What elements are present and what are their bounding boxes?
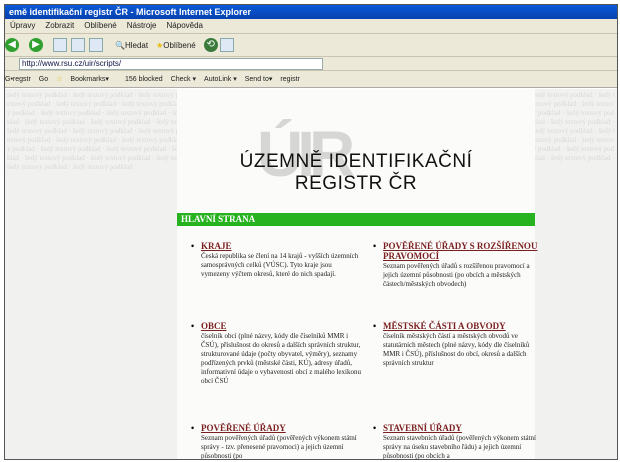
item-description: Seznam stavebních úřadů (pověřených výko…: [383, 434, 536, 459]
google-go-button[interactable]: Go: [39, 76, 48, 83]
page-content: šedý textový podklad · šedý textový podk…: [5, 89, 617, 459]
browser-window: emě identifikační registr ČR - Microsoft…: [4, 4, 618, 460]
page-title-line1: ÚZEMNĚ IDENTIFIKAČNÍ: [239, 151, 473, 172]
page-title: ÚZEMNĚ IDENTIFIKAČNÍ REGISTR ČR: [177, 151, 535, 195]
forward-icon[interactable]: ▶: [29, 38, 43, 52]
section-header-bar: HLAVNÍ STRANA: [177, 213, 535, 226]
google-toolbar: G•regstr Go ☆ Bookmarks▾ 156 blocked Chec…: [5, 71, 617, 88]
menu-bar: Úpravy Zobrazit Oblíbené Nástroje Nápově…: [5, 19, 617, 34]
autolink-button[interactable]: AutoLink ▾: [204, 75, 237, 83]
menu-item-favorites[interactable]: Oblíbené: [79, 19, 121, 33]
item-description: Seznam pověřených úřadů (pověřených výko…: [201, 434, 357, 459]
star-icon: ★: [156, 40, 164, 50]
link-orp[interactable]: POVĚŘENÉ ÚŘADY S ROZŠÍŘENOU PRAVOMOCÍ: [383, 241, 543, 261]
address-bar: http://www.rsu.cz/uir/scripts/: [5, 57, 617, 71]
item-description: číselník obcí (plné názvy, kódy dle číse…: [201, 332, 361, 385]
item-description: Seznam pověřených úřadů s rozšířenou pra…: [383, 262, 530, 288]
menu-item-edit[interactable]: Úpravy: [5, 19, 40, 33]
favorites-button[interactable]: ★ Oblíbené: [156, 41, 196, 50]
stop-icon[interactable]: [53, 38, 67, 52]
list-item-orp: POVĚŘENÉ ÚŘADY S ROZŠÍŘENOU PRAVOMOCÍ Se…: [383, 241, 543, 289]
menu-item-tools[interactable]: Nástroje: [122, 19, 162, 33]
registr-button[interactable]: registr: [280, 76, 299, 83]
back-icon[interactable]: ◀: [5, 38, 19, 52]
send-to-button[interactable]: Send to▾: [245, 75, 273, 83]
item-description: Česká republika se člení na 14 krajů - v…: [201, 252, 359, 278]
search-button-label: Hledat: [124, 40, 149, 50]
favorites-button-label: Oblíbené: [163, 40, 196, 50]
list-item-obce: OBCE číselník obcí (plné názvy, kódy dle…: [201, 321, 361, 386]
list-item-mestske-casti: MĚSTSKÉ ČÁSTI A OBVODY číselník městskýc…: [383, 321, 543, 368]
menu-item-view[interactable]: Zobrazit: [40, 19, 79, 33]
url-input[interactable]: http://www.rsu.cz/uir/scripts/: [19, 57, 323, 70]
popup-blocker-button[interactable]: 156 blocked: [125, 76, 163, 83]
refresh-icon[interactable]: [71, 38, 85, 52]
list-item-stavebni-urady: STAVEBNÍ ÚŘADY Seznam stavebních úřadů (…: [383, 423, 543, 459]
search-icon: 🔍: [115, 40, 125, 50]
google-search-input[interactable]: G•regstr: [5, 76, 31, 83]
history-icon[interactable]: ⟲: [203, 38, 218, 52]
search-button[interactable]: 🔍 Hledat: [115, 41, 148, 50]
mail-icon[interactable]: [219, 38, 234, 52]
link-mestske-casti[interactable]: MĚSTSKÉ ČÁSTI A OBVODY: [383, 321, 543, 331]
page-title-line2: REGISTR ČR: [294, 173, 418, 194]
star-icon: ☆: [56, 76, 63, 83]
home-icon[interactable]: [89, 38, 103, 52]
standard-toolbar: ◀ ▶ 🔍 Hledat ★ Oblíbené ⟲: [5, 34, 617, 57]
bookmarks-label: Bookmarks▾: [70, 76, 109, 83]
link-stavebni-urady[interactable]: STAVEBNÍ ÚŘADY: [383, 423, 543, 433]
item-description: číselník městských částí a městských obv…: [383, 332, 530, 367]
menu-item-help[interactable]: Nápověda: [162, 19, 208, 33]
link-poverene-urady[interactable]: POVĚŘENÉ ÚŘADY: [201, 423, 361, 433]
list-item-kraje: KRAJE Česká republika se člení na 14 kra…: [201, 241, 361, 279]
link-kraje[interactable]: KRAJE: [201, 241, 361, 251]
link-obce[interactable]: OBCE: [201, 321, 361, 331]
list-item-poverene-urady: POVĚŘENÉ ÚŘADY Seznam pověřených úřadů (…: [201, 423, 361, 459]
bookmarks-button[interactable]: ☆ Bookmarks▾: [56, 75, 117, 83]
window-title: emě identifikační registr ČR - Microsoft…: [5, 5, 617, 19]
spell-check-button[interactable]: Check ▾: [171, 75, 196, 83]
